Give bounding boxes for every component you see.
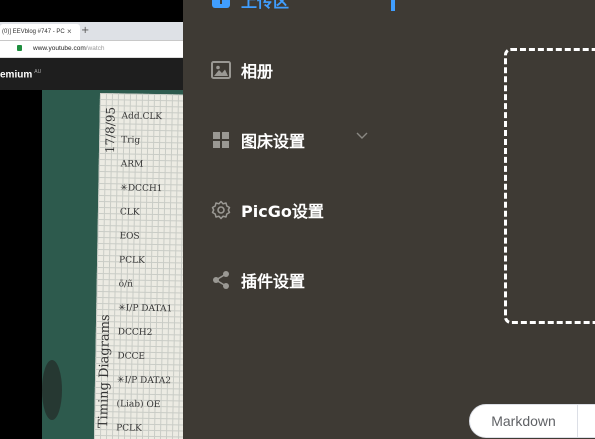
paper-line: ō/ñ [118,279,133,290]
video-shadow [42,360,62,420]
sidebar-item-label: 相册 [241,62,274,81]
sidebar-item-label: 插件设置 [241,272,306,291]
youtube-region: AU [34,69,42,75]
youtube-brand-text: emium [0,69,33,81]
youtube-header: emium AU [0,58,183,90]
sidebar-item-picbed-settings[interactable]: 图床设置 [211,129,305,151]
paper-line: ARM [120,159,144,170]
address-bar[interactable]: www.youtube.com/watch [0,41,183,58]
youtube-premium-logo: emium AU [0,69,41,80]
tab-close-icon[interactable]: × [67,24,72,40]
paper-lines: Add.CLK Trig ARM ✳DCCH1 CLK EOS PCLK ō/ñ ✳I/P DA… [100,93,183,433]
main-panel: Markdown [412,0,595,439]
paper-line: Add.CLK [121,111,163,123]
sidebar-item-label: 图床设置 [241,132,306,151]
image-icon [211,61,231,79]
background-browser-window: (0)] EEVblog #747 - PC × + www.youtube.c… [0,0,183,439]
new-tab-icon[interactable]: + [81,23,89,39]
sidebar-item-plugin-settings[interactable]: 插件设置 [211,269,305,291]
paper-side-title: Timing Diagrams [96,314,114,429]
upload-icon [212,0,230,8]
paper-line: (Liab) OE [116,399,161,411]
active-indicator [391,0,395,11]
paper-line: EOS [119,231,140,242]
paper-line: PCLK [116,423,142,434]
paper-date: 17/8/95 [102,106,118,154]
browser-tab[interactable]: (0)] EEVblog #747 - PC × [0,24,80,40]
url-path: /watch [85,45,105,52]
video-frame[interactable]: 17/8/95 Timing Diagrams Add.CLK Trig ARM ✳D… [42,90,183,439]
chevron-down-icon[interactable] [355,128,369,142]
paper-line: DCCE [117,351,146,362]
sidebar-item-label: 上传区 [241,0,290,11]
paper-line: ✳I/P DATA2 [116,375,172,387]
paper-line: Trig [121,135,141,146]
url-text: www.youtube.com/watch [33,41,105,57]
paper-line: ✳DCCH1 [120,183,163,195]
link-format-group: Markdown [469,404,595,438]
url-host: www.youtube.com [33,45,86,52]
sidebar: 上传区 相册 图床设置 PicGo设置 插件设置 [183,0,412,439]
share-icon [213,271,229,289]
format-option-button[interactable] [578,404,595,438]
sidebar-item-album[interactable]: 相册 [211,59,273,81]
upload-dropzone[interactable] [504,48,595,324]
paper-line: CLK [119,207,140,218]
paper-line: ✳I/P DATA1 [118,303,173,315]
lock-icon [17,45,22,51]
browser-tab-bar: (0)] EEVblog #747 - PC × + [0,22,183,41]
browser-tab-title: (0)] EEVblog #747 - PC [2,29,65,35]
timing-diagram-paper: 17/8/95 Timing Diagrams Add.CLK Trig ARM ✳D… [93,93,183,439]
sidebar-item-label: PicGo设置 [241,202,324,221]
sidebar-item-picgo-settings[interactable]: PicGo设置 [211,199,324,221]
paper-line: DCCH2 [117,327,153,338]
format-markdown-button[interactable]: Markdown [469,404,578,438]
grid-icon [213,132,229,148]
sidebar-item-upload[interactable]: 上传区 [211,0,289,11]
gear-icon [211,200,231,220]
paper-line: PCLK [118,255,145,266]
